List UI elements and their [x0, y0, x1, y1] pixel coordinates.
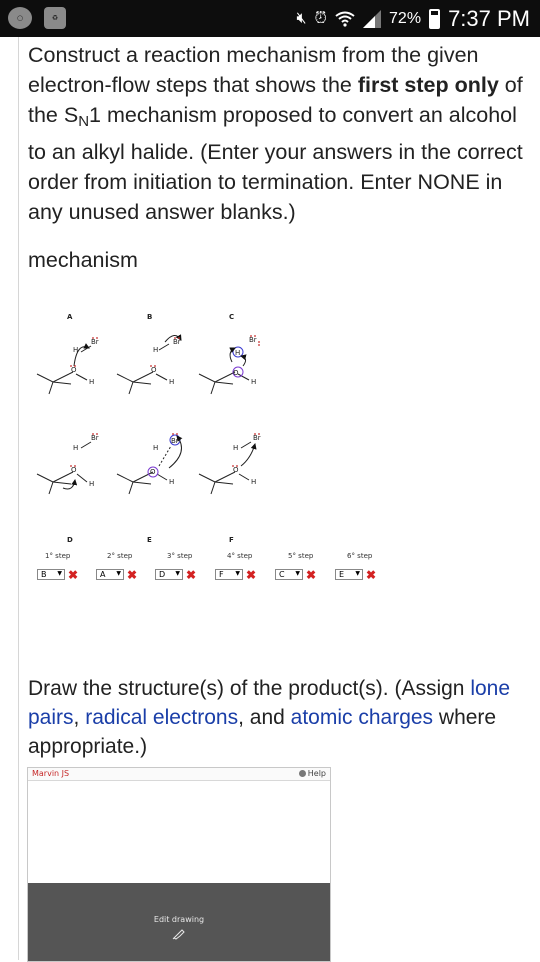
- structure-d: [36, 441, 92, 495]
- battery-percent: 72%: [389, 9, 422, 27]
- pencil-hand-icon: [172, 929, 185, 940]
- atom-h2-c: H: [235, 349, 240, 357]
- step-4-label: 4° step: [227, 552, 253, 560]
- app-icon: ○: [8, 7, 32, 29]
- recycle-icon: ♻: [44, 7, 66, 29]
- atom-br-b: Br: [173, 338, 181, 346]
- mute-icon: 🔇︎: [296, 9, 307, 27]
- step-1-select[interactable]: B ▼: [37, 569, 65, 580]
- atom-br-a: Br: [91, 338, 99, 346]
- draw-instructions: Draw the structure(s) of the product(s).…: [28, 677, 511, 758]
- atom-h2-a: H: [73, 346, 78, 354]
- step-2-label: 2° step: [107, 552, 133, 560]
- step-6-label: 6° step: [347, 552, 373, 560]
- step-2-select[interactable]: A ▼: [96, 569, 124, 580]
- step-answers: 1° step 2° step 3° step 4° step 5° step …: [27, 547, 407, 587]
- wifi-icon: [335, 11, 355, 27]
- alarm-icon: ⏰︎: [314, 9, 328, 27]
- atom-h2-e: H: [153, 444, 158, 452]
- mechanism-structures: O H Br H O H Br H O H Br H O H Br H O H …: [36, 334, 261, 495]
- atom-o-c: O: [233, 369, 239, 377]
- atom-h-d: H: [89, 480, 94, 488]
- mechanism-figure: A B C D E F O H Br H O H Br H O H Br H O…: [19, 302, 399, 544]
- structure-f: [198, 441, 257, 495]
- page-content: Construct a reaction mechanism from the …: [18, 37, 540, 962]
- help-button[interactable]: Help: [298, 769, 326, 778]
- structure-a: [36, 343, 92, 395]
- chevron-down-icon: ▼: [235, 570, 240, 577]
- marvin-title: Marvin JS: [32, 769, 70, 778]
- edit-drawing-button[interactable]: Edit drawing: [28, 883, 330, 961]
- marvin-editor[interactable]: Marvin JS Help Edit drawing: [27, 767, 331, 962]
- chevron-down-icon: ▼: [57, 570, 62, 577]
- structure-c: [198, 346, 250, 395]
- atom-h2-b: H: [153, 346, 158, 354]
- step-4-incorrect-icon: ✖: [246, 568, 257, 582]
- step-1-label: 1° step: [45, 552, 71, 560]
- atom-o-a: O: [71, 366, 77, 374]
- atom-h-b: H: [169, 378, 174, 386]
- question-text: Construct a reaction mechanism from the …: [28, 43, 523, 224]
- atom-o-f: O: [233, 466, 239, 474]
- label-c: C: [229, 313, 235, 321]
- atomic-charges-link[interactable]: atomic charges: [291, 706, 433, 729]
- step-1-incorrect-icon: ✖: [68, 568, 79, 582]
- status-bar: ○ ♻ 🔇︎ ⏰︎ 72% 7:37 PM: [0, 0, 540, 37]
- battery-fill: [431, 14, 439, 27]
- atom-h2-d: H: [73, 444, 78, 452]
- atom-o-e: O: [150, 468, 156, 476]
- chevron-down-icon: ▼: [175, 570, 180, 577]
- chevron-down-icon: ▼: [295, 570, 300, 577]
- atom-br-d: Br: [91, 434, 99, 442]
- atom-h-c: H: [251, 378, 256, 386]
- atom-h2-f: H: [233, 444, 238, 452]
- step-3-select[interactable]: D ▼: [155, 569, 183, 580]
- edit-drawing-label: Edit drawing: [153, 915, 205, 924]
- radical-electrons-link[interactable]: radical electrons: [85, 706, 238, 729]
- battery-icon: [429, 8, 441, 29]
- step-4-select[interactable]: F ▼: [215, 569, 243, 580]
- step-3-incorrect-icon: ✖: [186, 568, 197, 582]
- step-6-incorrect-icon: ✖: [366, 568, 377, 582]
- step-5-incorrect-icon: ✖: [306, 568, 317, 582]
- atom-br-e: Br: [171, 437, 179, 445]
- step-3-label: 3° step: [167, 552, 193, 560]
- help-icon: [298, 770, 306, 777]
- mechanism-label: mechanism: [28, 248, 138, 272]
- chevron-down-icon: ▼: [355, 570, 360, 577]
- atom-br-f: Br: [253, 434, 261, 442]
- step-5-select[interactable]: C ▼: [275, 569, 303, 580]
- label-b: B: [147, 313, 153, 321]
- step-5-label: 5° step: [288, 552, 314, 560]
- question-bold: first step only: [357, 73, 499, 97]
- atom-br-c: Br: [249, 336, 257, 344]
- marvin-header: Marvin JS Help: [28, 768, 330, 781]
- clock: 7:37 PM: [448, 5, 530, 31]
- step-2-incorrect-icon: ✖: [127, 568, 138, 582]
- atom-o-b: O: [151, 366, 157, 374]
- atom-o-d: O: [71, 466, 77, 474]
- label-a: A: [67, 313, 73, 321]
- signal-icon: [363, 9, 382, 28]
- atom-h-a: H: [89, 378, 94, 386]
- chevron-down-icon: ▼: [116, 570, 121, 577]
- atom-h-f: H: [251, 478, 256, 486]
- atom-h-e: H: [169, 478, 174, 486]
- step-6-select[interactable]: E ▼: [335, 569, 363, 580]
